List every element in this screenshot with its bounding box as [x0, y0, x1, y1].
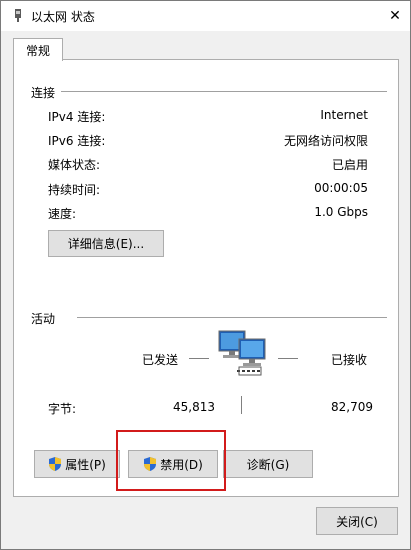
properties-button-label: 属性(P)	[65, 457, 106, 472]
properties-button[interactable]: 属性(P)	[34, 450, 120, 478]
speed-label: 速度:	[48, 207, 77, 221]
details-button[interactable]: 详细信息(E)...	[48, 230, 164, 257]
uac-shield-icon	[49, 457, 62, 471]
ipv6-label: IPv6 连接:	[48, 134, 106, 148]
annotation-highlight-box	[116, 430, 226, 491]
speed-value: 1.0 Gbps	[314, 205, 368, 219]
close-button-label: 关闭(C)	[336, 514, 378, 529]
connection-heading: 连接	[31, 86, 56, 100]
diagnose-button[interactable]: 诊断(G)	[223, 450, 313, 478]
sent-dash	[189, 358, 209, 359]
status-dialog: 以太网 状态 ✕ 常规 连接 IPv4 连接: Internet IPv6 连接…	[0, 0, 411, 550]
duration-value: 00:00:05	[314, 181, 368, 195]
bytes-sent-value: 45,813	[173, 400, 215, 414]
ipv6-value: 无网络访问权限	[283, 134, 368, 148]
media-state-value: 已启用	[331, 158, 368, 172]
close-window-icon[interactable]: ✕	[380, 1, 410, 31]
ipv4-value: Internet	[320, 108, 368, 122]
bytes-separator	[241, 396, 242, 414]
received-dash	[278, 358, 298, 359]
activity-divider	[77, 317, 387, 318]
ipv4-label: IPv4 连接:	[48, 110, 106, 124]
close-button[interactable]: 关闭(C)	[316, 507, 398, 535]
sent-label: 已发送	[142, 353, 179, 367]
bytes-received-value: 82,709	[331, 400, 373, 414]
network-adapter-icon	[15, 9, 21, 22]
activity-heading: 活动	[31, 312, 56, 326]
title-bar: 以太网 状态 ✕	[1, 1, 410, 31]
duration-label: 持续时间:	[48, 183, 101, 197]
received-label: 已接收	[331, 353, 368, 367]
tab-general[interactable]: 常规	[13, 38, 63, 61]
network-computers-icon	[218, 330, 266, 376]
details-button-label: 详细信息(E)...	[67, 237, 145, 251]
window-title: 以太网 状态	[31, 10, 95, 24]
diagnose-button-label: 诊断(G)	[246, 457, 290, 472]
bytes-label: 字节:	[48, 402, 77, 416]
connection-divider	[61, 91, 387, 92]
media-state-label: 媒体状态:	[48, 158, 101, 172]
